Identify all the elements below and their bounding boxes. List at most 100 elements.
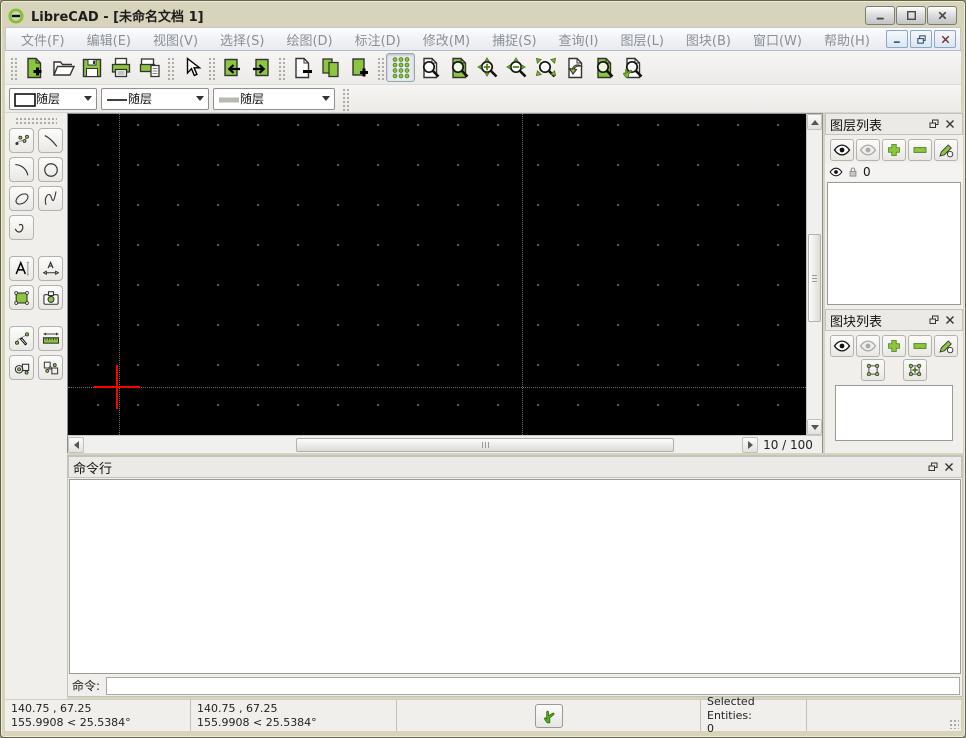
remove-block-button[interactable] [908,335,932,357]
menu-item-9[interactable]: 图层(L) [610,27,675,52]
menu-item-10[interactable]: 图块(B) [675,27,742,52]
toolbar-drag-handle[interactable] [277,56,285,80]
redo-button[interactable] [246,53,275,82]
close-panel-button[interactable] [942,312,958,328]
resize-grip[interactable] [949,719,959,729]
horizontal-scroll-thumb[interactable] [296,438,674,452]
circle-button[interactable] [38,157,63,182]
print-button[interactable] [106,53,135,82]
cut-button[interactable] [287,53,316,82]
mdi-minimize-button[interactable] [886,30,908,48]
float-panel-button[interactable] [926,116,942,132]
open-file-button[interactable] [48,53,77,82]
point-button[interactable] [9,128,34,153]
text-button[interactable] [9,256,34,281]
select-hand-button[interactable] [535,704,563,728]
command-input[interactable] [106,677,960,695]
float-panel-button[interactable] [925,459,941,475]
edit-block-button[interactable] [861,359,885,381]
color-swatch-combo[interactable]: 随层 [9,88,97,110]
vertical-scroll-thumb[interactable] [808,234,821,322]
line-type-combo[interactable]: 随层 [101,88,209,110]
remove-layer-button[interactable] [908,139,932,161]
undo-button[interactable] [217,53,246,82]
show-all-blocks-button[interactable] [830,335,854,357]
save-file-button[interactable] [77,53,106,82]
scroll-down-button[interactable] [807,419,822,435]
select-cursor-button[interactable] [176,53,205,82]
close-button[interactable] [927,6,957,25]
hide-all-blocks-button[interactable] [856,335,880,357]
menu-item-12[interactable]: 帮助(H) [813,27,881,52]
vertical-scrollbar[interactable] [806,114,822,435]
hide-all-layers-button[interactable] [856,139,880,161]
menu-item-2[interactable]: 视图(V) [142,27,209,52]
mdi-close-button[interactable] [934,30,956,48]
minimize-button[interactable] [865,6,895,25]
menu-item-0[interactable]: 文件(F) [10,27,76,52]
line-button[interactable] [38,128,63,153]
menu-item-8[interactable]: 查询(I) [548,27,610,52]
library-button[interactable] [38,355,63,380]
menu-item-5[interactable]: 标注(D) [344,27,412,52]
print-preview-button[interactable] [135,53,164,82]
measure-button[interactable] [38,326,63,351]
redraw-button[interactable] [415,53,444,82]
zoom-select-button[interactable] [589,53,618,82]
toolbar-drag-handle[interactable] [207,56,215,80]
scroll-right-button[interactable] [742,437,758,453]
scroll-left-button[interactable] [68,437,84,453]
block-list[interactable] [835,385,953,441]
menu-item-1[interactable]: 编辑(E) [76,27,142,52]
zoom-window-button[interactable] [444,53,473,82]
vertical-scroll-track[interactable] [807,130,822,419]
grid-toggle-button[interactable] [386,53,415,82]
scroll-up-button[interactable] [807,114,822,130]
hatch-button[interactable] [9,285,34,310]
menu-item-3[interactable]: 选择(S) [209,27,275,52]
horizontal-scroll-track[interactable] [84,437,742,453]
toolbar-drag-handle[interactable] [376,56,384,80]
edit-block-attributes-button[interactable] [934,335,958,357]
add-block-button[interactable] [882,335,906,357]
auto-zoom-button[interactable] [531,53,560,82]
toolbar-drag-handle[interactable] [166,56,174,80]
toolbar-drag-handle[interactable] [341,87,349,111]
horizontal-scrollbar[interactable] [68,436,758,454]
spline-button[interactable] [38,186,63,211]
show-all-layers-button[interactable] [830,139,854,161]
line-width-combo[interactable]: 随层 [213,88,335,110]
layer-list[interactable] [827,182,961,305]
mdi-restore-button[interactable] [910,30,932,48]
insert-block-button[interactable] [903,359,927,381]
float-panel-button[interactable] [926,312,942,328]
arc-button[interactable] [9,157,34,182]
image-button[interactable] [38,285,63,310]
zoom-in-button[interactable] [473,53,502,82]
paste-button[interactable] [345,53,374,82]
copy-button[interactable] [316,53,345,82]
close-panel-button[interactable] [941,459,957,475]
modify-button[interactable] [9,326,34,351]
maximize-button[interactable] [896,6,926,25]
ellipse-button[interactable] [9,186,34,211]
add-layer-button[interactable] [882,139,906,161]
edit-layer-attributes-button[interactable] [934,139,958,161]
zoom-pan-button[interactable] [618,53,647,82]
layer-lock-icon[interactable] [846,165,860,179]
zoom-out-button[interactable] [502,53,531,82]
menu-item-11[interactable]: 窗口(W) [742,27,813,52]
layer-row[interactable]: 0 [825,163,963,181]
toolbar-drag-handle[interactable] [15,117,57,124]
menu-item-4[interactable]: 绘图(D) [275,27,343,52]
block-button[interactable] [9,355,34,380]
dimension-button[interactable] [38,256,63,281]
close-panel-button[interactable] [942,116,958,132]
layer-visible-icon[interactable] [829,165,843,179]
new-file-button[interactable] [19,53,48,82]
menu-item-6[interactable]: 修改(M) [412,27,481,52]
polyline-button[interactable] [9,215,34,240]
menu-item-7[interactable]: 捕捉(S) [481,27,547,52]
drawing-canvas[interactable] [68,114,806,435]
previous-view-button[interactable] [560,53,589,82]
